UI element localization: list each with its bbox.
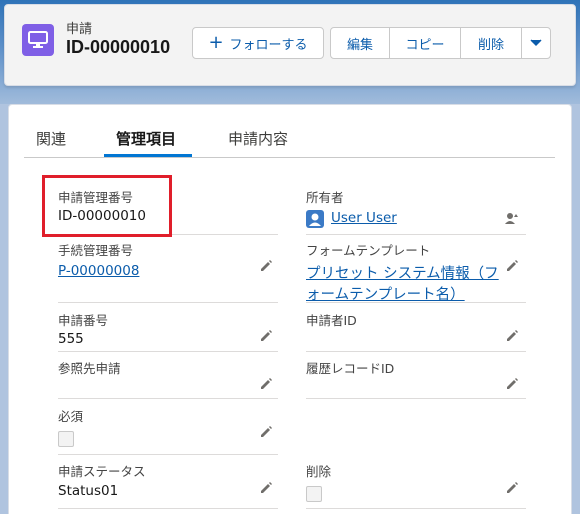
chevron-down-icon [530,39,542,47]
plus-icon: + [208,32,224,53]
field-divider [306,508,526,509]
field-divider [58,302,278,303]
field-divider [306,398,526,399]
required-checkbox[interactable] [58,431,74,447]
pencil-icon[interactable] [505,259,519,273]
field-link-form-template-line1[interactable]: プリセット システム情報（フ [306,262,499,283]
user-avatar [306,210,324,228]
active-tab-indicator [104,154,192,157]
copy-button[interactable]: コピー [389,27,461,59]
pencil-icon[interactable] [259,259,273,273]
pencil-icon[interactable] [259,481,273,495]
pencil-icon[interactable] [505,377,519,391]
field-divider [306,234,526,235]
field-divider [58,351,278,352]
object-label: 申請 [66,22,93,37]
pencil-icon[interactable] [259,377,273,391]
field-link-proc-mgmt-no[interactable]: P-00000008 [58,263,139,279]
field-divider [58,508,278,509]
field-divider [58,398,278,399]
field-divider [306,302,526,303]
pencil-icon[interactable] [505,329,519,343]
field-label-deleted: 削除 [306,464,332,479]
field-label-app-status: 申請ステータス [58,464,146,479]
pencil-icon[interactable] [259,329,273,343]
field-label-applicant-id: 申請者ID [306,313,357,328]
follow-button[interactable]: + フォローする [192,27,324,59]
more-actions-button[interactable] [521,27,551,59]
field-link-form-template-line2[interactable]: ォームテンプレート名） [306,283,465,304]
field-label-proc-mgmt-no: 手続管理番号 [58,243,134,258]
delete-button[interactable]: 削除 [460,27,522,59]
field-label-app-no: 申請番号 [58,313,109,328]
record-title: ID-00000010 [66,37,171,57]
tab-related[interactable]: 関連 [36,128,66,158]
highlight-box [42,175,172,237]
tab-bar: 関連 管理項目 申請内容 [24,124,555,158]
detail-panel [8,104,572,514]
field-divider [58,454,278,455]
field-label-owner: 所有者 [306,190,344,205]
change-owner-icon[interactable] [505,211,519,225]
tab-application-content[interactable]: 申請内容 [228,128,288,158]
field-label-required: 必須 [58,409,84,424]
field-divider [306,351,526,352]
field-label-ref-app: 参照先申請 [58,361,121,376]
field-link-owner[interactable]: User User [331,210,397,226]
field-label-form-template: フォームテンプレート [306,243,431,258]
pencil-icon[interactable] [259,425,273,439]
deleted-checkbox[interactable] [306,486,322,502]
desktop-icon [22,24,54,56]
follow-button-label: フォローする [229,37,308,53]
field-value-app-status: Status01 [58,483,119,499]
pencil-icon[interactable] [505,481,519,495]
edit-button[interactable]: 編集 [330,27,390,59]
field-label-history-record-id: 履歴レコードID [306,361,395,376]
field-value-app-no: 555 [58,331,84,347]
